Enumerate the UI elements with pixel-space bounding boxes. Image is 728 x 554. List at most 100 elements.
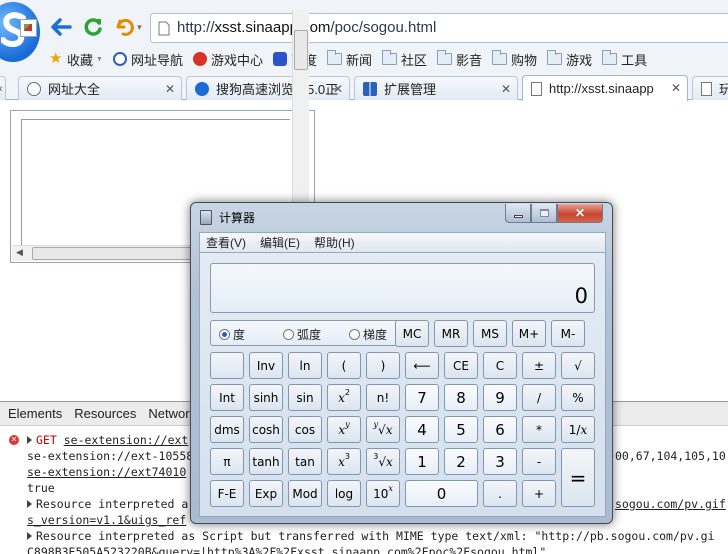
close-icon[interactable]: ✕ <box>333 82 343 96</box>
address-bar[interactable]: http://xsst.sinaapp.com/poc/sogou.html <box>150 13 728 43</box>
expand-triangle-icon[interactable] <box>27 532 32 540</box>
key-ce[interactable]: CE <box>444 352 478 379</box>
key-7[interactable]: 7 <box>405 384 439 411</box>
tab-partial[interactable]: 玩 <box>692 76 728 100</box>
key-5[interactable]: 5 <box>444 416 478 443</box>
key-ten-pow-x[interactable]: 10 x <box>366 480 400 507</box>
minimize-button[interactable] <box>505 204 531 223</box>
console-link[interactable]: se-extension://ext74010 <box>27 465 186 479</box>
console-link[interactable]: s_version=v1.1&uigs_ref <box>27 513 186 527</box>
key-right-paren[interactable]: ) <box>366 352 400 379</box>
key-factorial[interactable]: n! <box>366 384 400 411</box>
key-add[interactable]: + <box>522 480 556 507</box>
tab-elements[interactable]: Elements <box>8 406 62 421</box>
menu-edit[interactable]: 编辑(E) <box>260 234 300 251</box>
tab-network[interactable]: Network <box>148 406 196 421</box>
key-fe[interactable]: F-E <box>210 480 244 507</box>
close-icon[interactable]: ✕ <box>671 81 681 95</box>
key-ln[interactable]: ln <box>288 352 322 379</box>
key-cube-root[interactable]: 3 √ x <box>366 448 400 475</box>
maximize-button[interactable] <box>531 204 557 223</box>
radio-radians[interactable]: 弧度 <box>283 326 321 343</box>
key-x-squared[interactable]: x2 <box>327 384 361 411</box>
radio-label: 弧度 <box>297 328 322 342</box>
bookmark-folder-community[interactable]: 社区 <box>377 49 432 69</box>
bookmark-folder-games[interactable]: 游戏 <box>542 49 597 69</box>
menu-help[interactable]: 帮助(H) <box>314 234 355 251</box>
key-mminus[interactable]: M- <box>551 320 585 347</box>
key-1[interactable]: 1 <box>405 448 439 475</box>
key-inv[interactable]: Inv <box>249 352 283 379</box>
tab-active-page[interactable]: http://xsst.sinaapp ✕ <box>522 75 688 101</box>
key-exp[interactable]: Exp <box>249 480 283 507</box>
undo-close-button[interactable]: ▼ <box>112 14 146 40</box>
key-blank[interactable] <box>210 352 244 379</box>
key-log[interactable]: log <box>327 480 361 507</box>
expand-triangle-icon[interactable] <box>27 436 32 444</box>
key-cosh[interactable]: cosh <box>249 416 283 443</box>
bookmark-folder-media[interactable]: 影音 <box>432 49 487 69</box>
bookmark-folder-news[interactable]: 新闻 <box>322 49 377 69</box>
key-reciprocal[interactable]: 1/x <box>561 416 595 443</box>
key-x-pow-y[interactable]: xy <box>327 416 361 443</box>
key-sinh[interactable]: sinh <box>249 384 283 411</box>
tab-sogou-browser[interactable]: 搜狗高速浏览器5.0正 ✕ <box>186 76 350 100</box>
key-pi[interactable]: π <box>210 448 244 475</box>
console-link[interactable]: se-extension://ext <box>64 433 189 447</box>
expand-triangle-icon[interactable] <box>27 500 32 508</box>
tab-overflow-left[interactable]: ‹ <box>0 76 6 100</box>
radio-degrees[interactable]: 度 <box>219 326 245 343</box>
key-9[interactable]: 9 <box>483 384 517 411</box>
key-equals[interactable]: = <box>561 448 595 507</box>
scroll-thumb[interactable] <box>294 30 308 70</box>
key-decimal[interactable]: . <box>483 480 517 507</box>
back-button[interactable] <box>48 14 74 40</box>
key-2[interactable]: 2 <box>444 448 478 475</box>
key-mr[interactable]: MR <box>434 320 468 347</box>
menu-view[interactable]: 查看(V) <box>206 234 246 251</box>
key-cos[interactable]: cos <box>288 416 322 443</box>
key-sin[interactable]: sin <box>288 384 322 411</box>
radio-label: 度 <box>233 328 246 342</box>
chevron-left-icon[interactable]: ◀ <box>16 247 23 258</box>
bookmark-label: 影音 <box>456 52 483 68</box>
close-icon[interactable]: ✕ <box>501 82 511 96</box>
console-link[interactable]: sogou.com/pv.gif <box>615 496 726 512</box>
key-backspace[interactable]: ⟵ <box>405 352 439 379</box>
key-6[interactable]: 6 <box>483 416 517 443</box>
key-x-cubed[interactable]: x3 <box>327 448 361 475</box>
tab-url-directory[interactable]: 网址大全 ✕ <box>18 76 182 100</box>
key-y-root-x[interactable]: y √ x <box>366 416 400 443</box>
key-tanh[interactable]: tanh <box>249 448 283 475</box>
key-subtract[interactable]: - <box>522 448 556 475</box>
key-multiply[interactable]: * <box>522 416 556 443</box>
key-mod[interactable]: Mod <box>288 480 322 507</box>
key-c[interactable]: C <box>483 352 517 379</box>
key-4[interactable]: 4 <box>405 416 439 443</box>
key-int[interactable]: Int <box>210 384 244 411</box>
refresh-button[interactable] <box>80 14 106 40</box>
tab-extension-manager[interactable]: 扩展管理 ✕ <box>354 76 518 100</box>
key-sqrt[interactable]: √ <box>561 352 595 379</box>
key-mc[interactable]: MC <box>395 320 429 347</box>
bookmark-game-center[interactable]: 游戏中心 <box>188 49 268 69</box>
key-left-paren[interactable]: ( <box>327 352 361 379</box>
key-ms[interactable]: MS <box>473 320 507 347</box>
close-icon[interactable]: ✕ <box>165 82 175 96</box>
close-button[interactable]: ✕ <box>557 204 603 223</box>
radio-grads[interactable]: 梯度 <box>349 326 387 343</box>
key-plus-minus[interactable]: ± <box>522 352 556 379</box>
key-0[interactable]: 0 <box>405 480 478 507</box>
key-divide[interactable]: / <box>522 384 556 411</box>
bookmark-folder-tools[interactable]: 工具 <box>597 49 652 69</box>
bookmark-folder-shopping[interactable]: 购物 <box>487 49 542 69</box>
key-tan[interactable]: tan <box>288 448 322 475</box>
key-3[interactable]: 3 <box>483 448 517 475</box>
key-mplus[interactable]: M+ <box>512 320 546 347</box>
key-8[interactable]: 8 <box>444 384 478 411</box>
key-percent[interactable]: % <box>561 384 595 411</box>
tab-resources[interactable]: Resources <box>74 406 136 421</box>
bookmark-nav[interactable]: 网址导航 <box>108 49 188 69</box>
key-dms[interactable]: dms <box>210 416 244 443</box>
bookmark-favorites[interactable]: ★ 收藏 ▼ <box>44 49 108 69</box>
